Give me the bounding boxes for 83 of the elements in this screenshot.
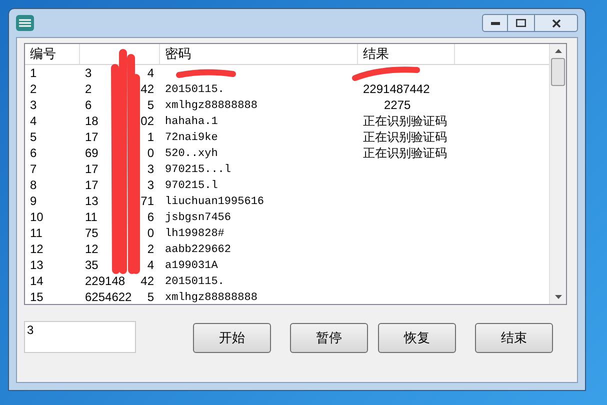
table-cell-text: 69 <box>85 144 98 162</box>
table-cell-text: 2 <box>29 80 38 98</box>
table-cell-text: 9 <box>29 192 38 210</box>
table-cell-text: 17 <box>85 128 98 146</box>
table-cell-text: 12 <box>85 240 98 258</box>
table-cell-text: 6254622 <box>85 288 132 306</box>
table-cell: liuchuan1995616 <box>165 196 264 208</box>
action-button[interactable]: 开始 <box>193 323 271 353</box>
table-cell-text: 02 <box>140 112 154 130</box>
table-cell-text: 229148 <box>85 272 126 290</box>
table-cell-text: 14 <box>29 272 44 290</box>
close-button[interactable] <box>534 14 578 32</box>
table-cell-text: 17 <box>85 160 98 178</box>
table-cell-text: 6 <box>147 208 154 226</box>
redaction-scribble-drawing <box>175 68 237 80</box>
table-cell-text: 3 <box>85 64 92 82</box>
table-cell-text: 4 <box>147 256 154 274</box>
redaction-scribble-drawing <box>351 66 421 82</box>
table-cell: 20150115. <box>165 276 224 288</box>
table-cell: 520..xyh <box>165 148 218 160</box>
table-cell-text: 42 <box>140 80 154 98</box>
table-cell-text: 5 <box>29 128 38 146</box>
count-input-field[interactable]: 3 <box>24 321 136 353</box>
minimize-icon <box>490 22 500 24</box>
table-cell: aabb229662 <box>165 244 232 256</box>
table-cell-text: 0 <box>147 224 154 242</box>
table-cell-text: 42 <box>140 272 154 290</box>
table-cell: 正在识别验证码 <box>363 114 447 128</box>
table-cell-text: 2 <box>147 240 154 258</box>
table-cell: 正在识别验证码 <box>363 130 447 144</box>
table-cell: 正在识别验证码 <box>363 146 447 160</box>
scrollbar[interactable] <box>549 44 566 304</box>
table-cell-text: 5 <box>147 288 154 306</box>
table-cell-text: 7 <box>29 160 38 178</box>
table-cell: xmlhgz88888888 <box>165 100 258 112</box>
table-cell: 970215...l <box>165 164 232 176</box>
table-cell-text: 6 <box>29 144 38 162</box>
table-cell-text: 4 <box>29 112 38 130</box>
table-cell: lh199828# <box>165 228 224 240</box>
table-cell: 20150115. <box>165 84 224 96</box>
close-icon <box>552 18 560 28</box>
table-cell-text: 3 <box>29 96 38 114</box>
table-cell: 2275 <box>384 98 411 112</box>
table-cell-text: 0 <box>147 144 154 162</box>
table-cell: 72nai9ke <box>165 132 218 144</box>
action-button[interactable]: 暂停 <box>290 323 368 353</box>
action-button[interactable]: 恢复 <box>378 323 456 353</box>
table-cell-text: 13 <box>85 192 98 210</box>
table-cell-text: 11 <box>29 224 44 242</box>
scroll-thumb[interactable] <box>551 58 565 86</box>
table-cell: 970215.l <box>165 180 218 192</box>
table-cell: 2291487442 <box>363 82 430 96</box>
table-cell-text: 71 <box>140 192 154 210</box>
table-cell-text: 6 <box>85 96 92 114</box>
table-cell: xmlhgz88888888 <box>165 292 258 304</box>
table-cell-text: 13 <box>29 256 44 274</box>
table-cell: jsbgsn7456 <box>165 212 232 224</box>
table-cell-text: 1 <box>29 64 38 82</box>
table-cell: a199031A <box>165 260 218 272</box>
table-cell-text: 2 <box>85 80 92 98</box>
column-header[interactable]: 结果 <box>358 44 455 64</box>
table-cell-text: 3 <box>147 160 154 178</box>
table-cell-text: 4 <box>147 64 154 82</box>
table-cell-text: 15 <box>29 288 44 306</box>
table-cell-text: 3 <box>147 176 154 194</box>
table-cell-text: 10 <box>29 208 44 226</box>
app-logo-icon <box>16 15 34 31</box>
table-cell-text: 1 <box>147 128 154 146</box>
table-cell-text: 5 <box>147 96 154 114</box>
table-cell-text: 18 <box>85 112 98 130</box>
column-header[interactable]: 编号 <box>25 44 80 64</box>
minimize-button[interactable] <box>482 14 508 32</box>
maximize-icon <box>516 19 526 27</box>
table-cell-text: 11 <box>85 208 98 226</box>
table-cell: hahaha.1 <box>165 116 218 128</box>
column-header[interactable]: 密码 <box>160 44 358 64</box>
table-cell-text: 35 <box>85 256 98 274</box>
maximize-button[interactable] <box>508 14 534 32</box>
table-cell-text: 12 <box>29 240 44 258</box>
table-cell-text: 75 <box>85 224 98 242</box>
action-button[interactable]: 结束 <box>475 323 553 353</box>
table-cell-text: 8 <box>29 176 38 194</box>
table-cell-text: 17 <box>85 176 98 194</box>
